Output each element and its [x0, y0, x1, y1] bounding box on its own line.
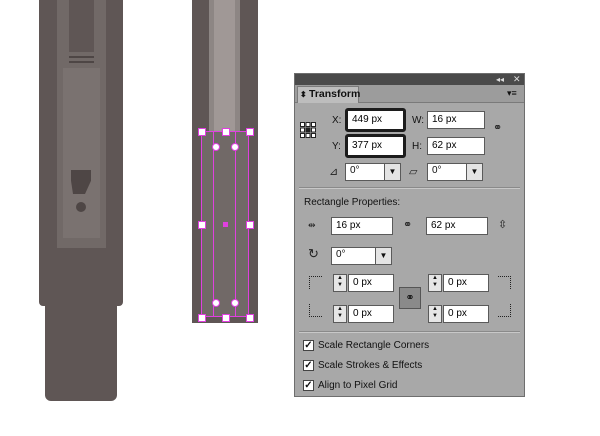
handle-bottom-left[interactable]	[198, 314, 206, 322]
w-label: W:	[412, 115, 425, 126]
scale-corners-label: Scale Rectangle Corners	[318, 340, 430, 351]
chevron-down-icon: ▼	[466, 164, 482, 180]
rectangle-properties-heading: Rectangle Properties:	[304, 197, 401, 208]
scale-strokes-label: Scale Strokes & Effects	[318, 360, 423, 371]
corner-widget-tr[interactable]	[231, 143, 239, 151]
constrain-link-icon[interactable]: ⚭	[493, 122, 502, 134]
h-field[interactable]: 62 px	[427, 137, 485, 155]
rect-constrain-icon[interactable]: ⚭	[403, 219, 412, 231]
corner-widget-tl[interactable]	[212, 143, 220, 151]
rotate-angle-dropdown[interactable]: 0° ▼	[345, 163, 401, 181]
align-pixel-grid-checkbox[interactable]: ✓	[303, 380, 314, 391]
shear-angle-icon: ▱	[409, 166, 418, 178]
handle-top-right[interactable]	[246, 128, 254, 136]
corner-rotate-value: 0°	[336, 249, 346, 260]
height-arrows-icon: ⇳	[498, 219, 508, 231]
corner-tl-stepper[interactable]: ▲ ▼	[333, 274, 347, 292]
h-label: H:	[412, 141, 422, 152]
width-arrows-icon: ⇹	[308, 220, 316, 230]
collapse-icon[interactable]: ◂◂	[496, 74, 504, 85]
handle-middle-right[interactable]	[246, 221, 254, 229]
tab-transform[interactable]: ⬍ Transform	[297, 86, 361, 103]
left-dot	[76, 202, 86, 212]
tab-title: Transform	[309, 88, 361, 100]
corner-type-tl-icon[interactable]	[309, 276, 322, 289]
handle-top-middle[interactable]	[222, 128, 230, 136]
handle-middle-left[interactable]	[198, 221, 206, 229]
handle-center	[223, 222, 228, 227]
scale-strokes-checkbox[interactable]: ✓	[303, 360, 314, 371]
middle-lighter-strip	[214, 0, 235, 131]
chevron-down-icon: ▼	[375, 248, 391, 264]
left-base	[45, 300, 117, 401]
divider-2	[299, 331, 520, 333]
rotate-angle-value: 0°	[350, 165, 360, 176]
left-line-2	[69, 61, 94, 63]
corner-br-field[interactable]: 0 px	[443, 305, 489, 323]
handle-top-left[interactable]	[198, 128, 206, 136]
scale-corners-checkbox[interactable]: ✓	[303, 340, 314, 351]
corner-br-stepper[interactable]: ▲ ▼	[428, 305, 442, 323]
corner-link-button[interactable]: ⚭	[399, 287, 421, 309]
shear-angle-value: 0°	[432, 165, 442, 176]
corner-widget-br[interactable]	[231, 299, 239, 307]
left-slot	[69, 0, 94, 52]
shear-angle-dropdown[interactable]: 0° ▼	[427, 163, 483, 181]
corner-tr-stepper[interactable]: ▲ ▼	[428, 274, 442, 292]
left-line-1	[69, 56, 94, 58]
panel-menu-icon[interactable]: ▾≡	[507, 87, 517, 99]
corner-bl-stepper[interactable]: ▲ ▼	[333, 305, 347, 323]
rect-width-field[interactable]: 16 px	[331, 217, 393, 235]
y-label: Y:	[332, 141, 341, 152]
w-field[interactable]: 16 px	[427, 111, 485, 129]
left-inner-strip	[63, 68, 100, 238]
corner-tr-field[interactable]: 0 px	[443, 274, 489, 292]
rotate-angle-icon: ⊿	[329, 166, 339, 178]
y-field[interactable]: 377 px	[345, 134, 406, 158]
corner-widget-bl[interactable]	[212, 299, 220, 307]
close-icon[interactable]: ✕	[513, 74, 521, 85]
transform-panel: ◂◂ ✕ ⬍ Transform ▾≡ X: 449 px W: 16 px ⚭ …	[294, 73, 525, 397]
corner-type-tr-icon[interactable]	[498, 276, 511, 289]
corner-rotate-icon: ↻	[308, 246, 319, 261]
reference-point-icon[interactable]	[300, 122, 316, 138]
corner-type-bl-icon[interactable]	[309, 304, 322, 317]
rect-height-field[interactable]: 62 px	[426, 217, 488, 235]
middle-artwork	[190, 0, 270, 330]
align-pixel-grid-label: Align to Pixel Grid	[318, 380, 398, 391]
chevron-down-icon: ▼	[384, 164, 400, 180]
x-field[interactable]: 449 px	[345, 108, 406, 132]
corner-tl-field[interactable]: 0 px	[348, 274, 394, 292]
tab-arrows-icon: ⬍	[300, 90, 307, 99]
x-label: X:	[332, 115, 342, 126]
left-artwork	[0, 0, 130, 410]
corner-rotate-dropdown[interactable]: 0° ▼	[331, 247, 392, 265]
divider-1	[299, 187, 520, 189]
handle-bottom-middle[interactable]	[222, 314, 230, 322]
corner-bl-field[interactable]: 0 px	[348, 305, 394, 323]
panel-top-bar	[295, 74, 524, 85]
handle-bottom-right[interactable]	[246, 314, 254, 322]
corner-type-br-icon[interactable]	[498, 304, 511, 317]
